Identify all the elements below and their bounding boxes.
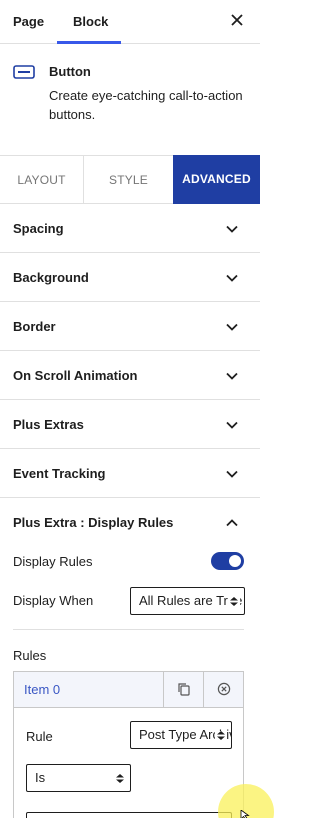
rules-repeater: Item 0 Rule Post Type Archive Is — [13, 671, 244, 818]
copy-icon — [178, 683, 190, 696]
chevron-down-icon — [226, 225, 238, 233]
select-arrows-icon — [228, 597, 240, 606]
panel-plus-extras[interactable]: Plus Extras — [0, 400, 260, 449]
divider — [13, 629, 244, 630]
display-when-value: All Rules are True — [139, 593, 243, 608]
tab-page[interactable]: Page — [13, 0, 44, 44]
remove-item-button[interactable] — [203, 672, 243, 707]
display-rules-toggle[interactable] — [211, 552, 244, 570]
repeater-item-title: Item 0 — [24, 682, 61, 697]
block-title: Button — [49, 64, 91, 79]
sidebar-tabs: Page Block — [0, 0, 260, 44]
duplicate-item-button[interactable] — [163, 672, 203, 707]
toggle-knob — [229, 555, 241, 567]
chevron-down-icon — [226, 470, 238, 478]
panel-background[interactable]: Background — [0, 253, 260, 302]
select-arrows-icon — [215, 731, 227, 740]
chevron-down-icon — [226, 372, 238, 380]
panel-display-rules[interactable]: Plus Extra : Display Rules — [0, 498, 260, 547]
repeater-item-header[interactable]: Item 0 — [14, 672, 243, 708]
panel-label: Border — [13, 319, 56, 334]
close-icon[interactable] — [228, 11, 246, 29]
mouse-pointer-icon — [240, 810, 250, 818]
display-when-select[interactable]: All Rules are True — [130, 587, 245, 615]
display-when-label: Display When — [13, 593, 94, 608]
panel-label: Event Tracking — [13, 466, 106, 481]
block-description: Create eye-catching call-to-action butto… — [49, 88, 243, 122]
display-rules-label: Display Rules — [13, 554, 93, 569]
panel-label: Plus Extra : Display Rules — [13, 515, 174, 530]
tab-layout[interactable]: LAYOUT — [0, 156, 84, 204]
panel-spacing[interactable]: Spacing — [0, 204, 260, 253]
value-select[interactable] — [26, 812, 232, 818]
chevron-down-icon — [226, 274, 238, 282]
rules-label: Rules — [13, 648, 47, 663]
operator-value: Is — [35, 770, 46, 785]
chevron-up-icon — [226, 519, 238, 527]
chevron-down-icon — [226, 421, 238, 429]
panel-label: On Scroll Animation — [13, 368, 138, 383]
panel-event-tracking[interactable]: Event Tracking — [0, 449, 260, 498]
tab-advanced[interactable]: ADVANCED — [173, 155, 260, 204]
panel-label: Plus Extras — [13, 417, 84, 432]
operator-select[interactable]: Is — [26, 764, 131, 792]
panel-label: Spacing — [13, 221, 64, 236]
panel-label: Background — [13, 270, 89, 285]
tab-block[interactable]: Block — [73, 0, 108, 44]
remove-circle-icon — [217, 682, 231, 696]
chevron-down-icon — [226, 323, 238, 331]
select-arrows-icon — [116, 774, 124, 783]
panel-on-scroll-animation[interactable]: On Scroll Animation — [0, 351, 260, 400]
rule-label: Rule — [26, 729, 53, 744]
tab-style[interactable]: STYLE — [85, 156, 172, 204]
panel-border[interactable]: Border — [0, 302, 260, 351]
rule-select[interactable]: Post Type Archive — [130, 721, 232, 749]
button-block-icon — [13, 65, 35, 79]
settings-tabs: LAYOUT STYLE ADVANCED — [0, 155, 260, 204]
